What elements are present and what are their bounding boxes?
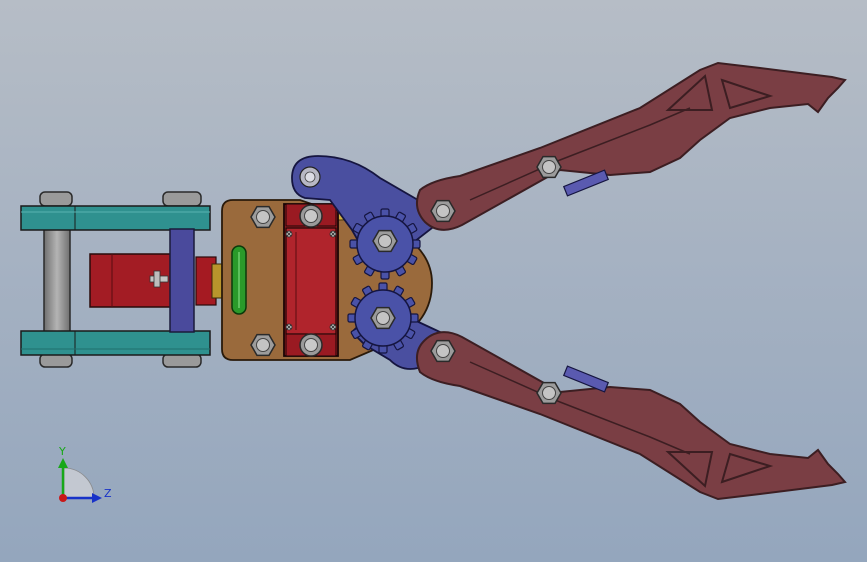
upper-gear-hub (372, 229, 398, 253)
servo-bolt-bottom (299, 333, 323, 357)
triad-y-label: Y (58, 445, 66, 458)
lower-jaw[interactable] (415, 331, 847, 501)
upper-jaw-pivot (430, 199, 456, 223)
housing-bolt-bottom (250, 333, 276, 357)
support-rod (43, 227, 71, 333)
lower-rail (20, 330, 211, 356)
upper-rail (20, 205, 211, 231)
servo-bolt-top (299, 204, 323, 228)
top-nut-right (162, 191, 202, 207)
base-bracket[interactable] (20, 191, 223, 368)
triad-z-label: Z (104, 487, 112, 500)
upper-jaw[interactable] (415, 61, 847, 231)
bottom-nut-left (39, 353, 73, 368)
gripper-model[interactable]: Y Z (0, 0, 867, 562)
bottom-nut-right (162, 353, 202, 368)
vertical-bracket (169, 228, 195, 333)
lower-jaw-bolt (536, 381, 562, 405)
axis-triad-icon: Y Z (58, 445, 112, 503)
upper-jaw-bolt (536, 155, 562, 179)
lower-jaw-pivot (430, 339, 456, 363)
top-nut-left (39, 191, 73, 207)
housing-bolt-top (250, 205, 276, 229)
central-servo[interactable] (283, 203, 339, 357)
lower-gear-hub (370, 306, 396, 330)
3d-viewport[interactable]: Y Z (0, 0, 867, 562)
